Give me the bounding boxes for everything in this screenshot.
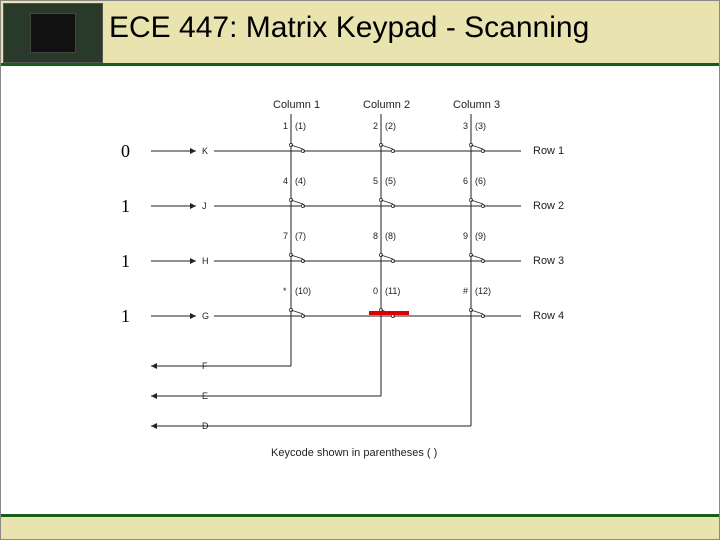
row-pin: K <box>202 146 208 156</box>
key-face: # <box>463 286 468 296</box>
key-code: (11) <box>385 286 400 296</box>
key-face: 1 <box>283 121 288 131</box>
key-face: 0 <box>373 286 378 296</box>
row-input-value: 0 <box>121 141 130 161</box>
key-face: 9 <box>463 231 468 241</box>
key-code: (5) <box>385 176 396 186</box>
key-code: (9) <box>475 231 486 241</box>
col-header: Column 3 <box>453 99 500 111</box>
key-code: (1) <box>295 121 306 131</box>
col-header: Column 1 <box>273 99 320 111</box>
row-label: Row 2 <box>533 200 564 212</box>
key-code: (10) <box>295 286 311 296</box>
chip-thumbnail <box>3 3 103 63</box>
row-pin: H <box>202 256 209 266</box>
keypad-schematic: Column 1 Column 2 Column 3 0 K Row 1 1 J Row 2 1 H… <box>121 96 601 466</box>
row-pin: J <box>202 201 207 211</box>
row-label: Row 3 <box>533 255 564 267</box>
row-input-value: 1 <box>121 306 130 326</box>
key-face: 2 <box>373 121 378 131</box>
key-code: (2) <box>385 121 396 131</box>
row-label: Row 4 <box>533 310 564 322</box>
key-code: (7) <box>295 231 306 241</box>
footnote: Keycode shown in parentheses ( ) <box>271 447 437 459</box>
header-band: ECE 447: Matrix Keypad - Scanning <box>1 1 719 66</box>
col-header: Column 2 <box>363 99 410 111</box>
key-code: (4) <box>295 176 306 186</box>
key-face: 7 <box>283 231 288 241</box>
footer-band <box>1 514 719 539</box>
col-pin: E <box>202 391 208 401</box>
key-code: (12) <box>475 286 491 296</box>
row-input-value: 1 <box>121 251 130 271</box>
slide-title: ECE 447: Matrix Keypad - Scanning <box>109 11 589 45</box>
key-face: 6 <box>463 176 468 186</box>
key-code: (3) <box>475 121 486 131</box>
key-code: (6) <box>475 176 486 186</box>
key-face: * <box>283 286 287 296</box>
key-face: 8 <box>373 231 378 241</box>
col-pin: D <box>202 421 209 431</box>
row-input-value: 1 <box>121 196 130 216</box>
col-pin: F <box>202 361 208 371</box>
key-face: 4 <box>283 176 288 186</box>
key-face: 5 <box>373 176 378 186</box>
row-label: Row 1 <box>533 145 564 157</box>
row-pin: G <box>202 311 209 321</box>
key-code: (8) <box>385 231 396 241</box>
key-face: 3 <box>463 121 468 131</box>
